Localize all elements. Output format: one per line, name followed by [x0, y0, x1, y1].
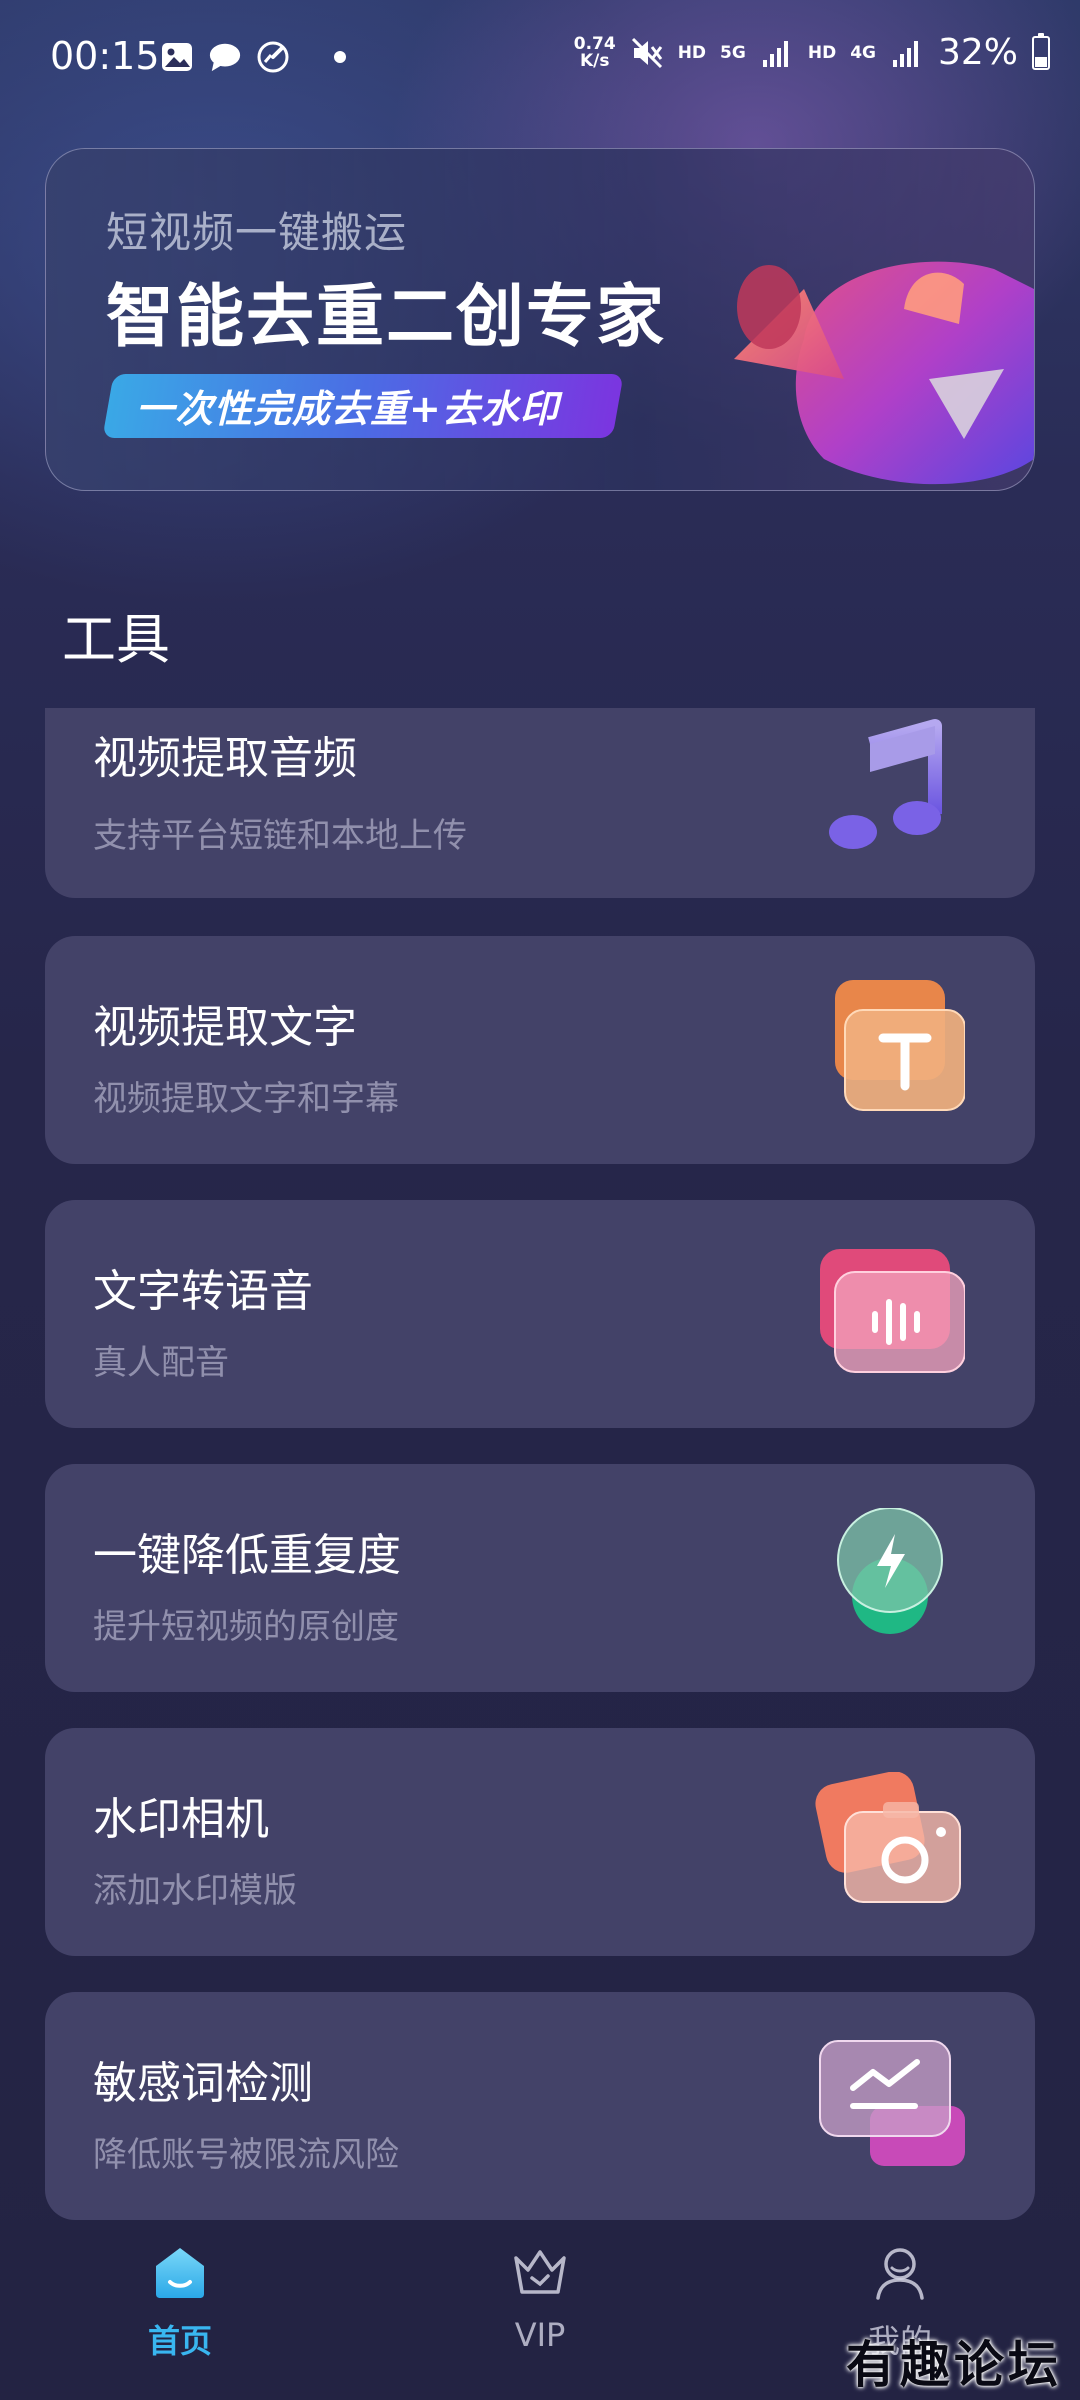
- system-indicators: 0.74 K/s HD 5G HD 4G 32%: [574, 32, 1050, 73]
- tool-title: 文字转语音: [93, 1266, 313, 1317]
- tool-desc: 降低账号被限流风险: [93, 2135, 399, 2175]
- tool-card-text-to-speech[interactable]: 文字转语音 真人配音: [45, 1200, 1035, 1428]
- nav-vip-label: VIP: [514, 2316, 566, 2354]
- tool-title: 一键降低重复度: [93, 1530, 401, 1581]
- trend-chart-icon: [819, 2040, 965, 2166]
- tool-desc: 添加水印模版: [93, 1871, 297, 1911]
- tool-card-watermark-camera[interactable]: 水印相机 添加水印模版: [45, 1728, 1035, 1956]
- banner-subtitle: 短视频一键搬运: [106, 208, 408, 257]
- tool-title: 敏感词检测: [93, 2058, 313, 2109]
- gallery-icon: [160, 40, 194, 74]
- battery-percent: 32%: [937, 32, 1018, 73]
- notification-icons: [160, 40, 346, 74]
- user-icon: [876, 2248, 924, 2300]
- tool-desc: 支持平台短链和本地上传: [93, 816, 467, 856]
- camera-icon: [815, 1772, 961, 1903]
- tool-title: 视频提取音频: [93, 733, 357, 784]
- tool-card-audio-extract[interactable]: 视频提取音频 支持平台短链和本地上传: [45, 708, 1035, 898]
- music-note-icon: [829, 719, 942, 849]
- home-icon: [156, 2248, 204, 2298]
- hd-indicator-2: HD: [807, 42, 837, 63]
- tool-title: 水印相机: [93, 1794, 269, 1845]
- section-title-tools: 工具: [62, 608, 170, 671]
- network-speed: 0.74 K/s: [573, 33, 616, 71]
- tool-title: 视频提取文字: [93, 1002, 357, 1053]
- status-bar: 00:15 0.74 K/s HD 5G HD 4G 32%: [0, 0, 1080, 120]
- text-t-icon: [835, 980, 965, 1111]
- chat-bubble-icon: [208, 40, 242, 74]
- banner-title: 智能去重二创专家: [106, 278, 667, 357]
- play-megaphone-illustration-icon: [734, 261, 1034, 485]
- tool-card-reduce-duplication[interactable]: 一键降低重复度 提升短视频的原创度: [45, 1464, 1035, 1692]
- more-notifications-dot-icon: [334, 51, 346, 63]
- speed-gauge-icon: [256, 40, 290, 74]
- forum-watermark: 有趣论坛: [846, 2335, 1062, 2394]
- network-speed-unit: K/s: [579, 50, 610, 71]
- voice-wave-icon: [820, 1249, 965, 1373]
- nav-home-label: 首页: [147, 2322, 212, 2360]
- network-speed-value: 0.74: [573, 33, 616, 54]
- tool-desc: 提升短视频的原创度: [93, 1607, 399, 1647]
- crown-icon: [514, 2250, 566, 2294]
- tool-card-text-extract[interactable]: 视频提取文字 视频提取文字和字幕: [45, 936, 1035, 1164]
- signal-icon-2: [890, 36, 924, 70]
- banner-pill-text: 一次性完成去重+去水印: [136, 387, 559, 431]
- network-type-4g: 4G: [850, 42, 876, 63]
- nav-vip[interactable]: VIP: [440, 2242, 640, 2354]
- tool-desc: 真人配音: [93, 1343, 229, 1383]
- network-type-5g: 5G: [720, 42, 746, 63]
- battery-fill: [1035, 56, 1047, 67]
- tool-desc: 视频提取文字和字幕: [93, 1079, 399, 1119]
- mute-icon: [630, 36, 664, 70]
- status-time: 00:15: [50, 34, 160, 78]
- hd-indicator: HD: [677, 42, 707, 63]
- promo-banner[interactable]: 短视频一键搬运 智能去重二创专家 一次性完成去重+去水印: [45, 148, 1035, 491]
- battery-icon: [1032, 32, 1050, 70]
- signal-icon: [760, 36, 794, 70]
- lightning-icon: [837, 1508, 943, 1634]
- tool-card-sensitive-word-check[interactable]: 敏感词检测 降低账号被限流风险: [45, 1992, 1035, 2220]
- nav-home[interactable]: 首页: [80, 2242, 280, 2362]
